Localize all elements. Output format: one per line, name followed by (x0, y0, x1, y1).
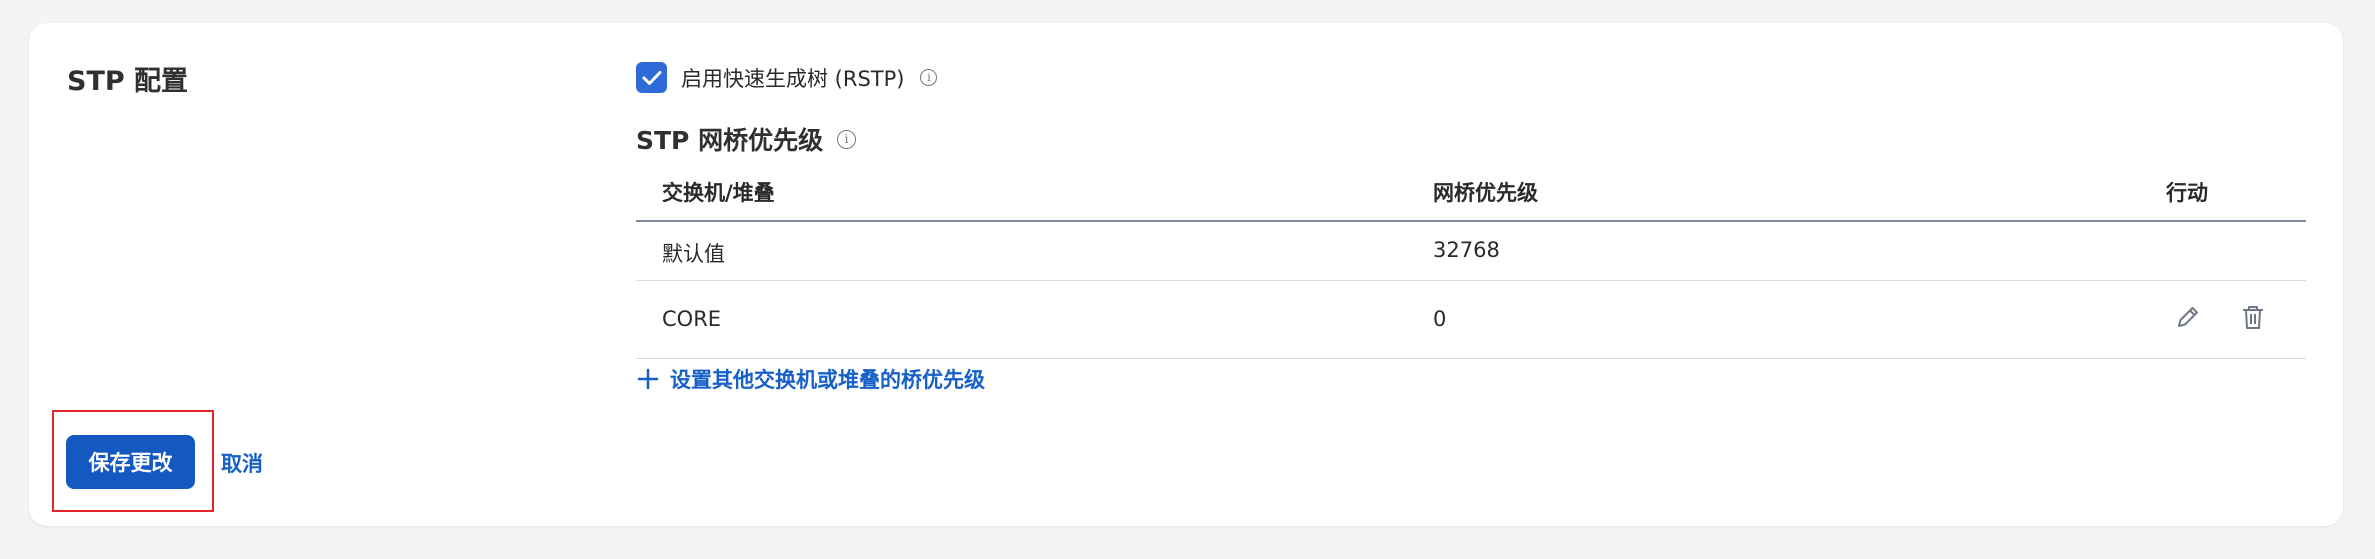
rstp-label: 启用快速生成树 (RSTP) (681, 66, 905, 91)
save-changes-button[interactable]: 保存更改 (66, 435, 195, 489)
column-header-switch: 交换机/堆叠 (662, 181, 775, 205)
rstp-checkbox[interactable] (636, 62, 667, 93)
table-header: 交换机/堆叠 网桥优先级 行动 (636, 168, 2306, 222)
priority-cell: 32768 (1433, 238, 1500, 262)
priority-cell: 0 (1433, 307, 1447, 331)
add-link-label: 设置其他交换机或堆叠的桥优先级 (670, 368, 985, 392)
rstp-toggle-row: 启用快速生成树 (RSTP) i (636, 62, 938, 93)
switch-cell: CORE (662, 307, 722, 331)
trash-delete-icon[interactable] (2239, 303, 2267, 331)
switch-cell: 默认值 (662, 242, 725, 266)
cancel-link[interactable]: 取消 (221, 448, 263, 478)
checkmark-icon (642, 70, 661, 85)
column-header-actions: 行动 (2166, 181, 2208, 205)
bridge-priority-table: 交换机/堆叠 网桥优先级 行动 默认值 32768 CORE 0 (636, 168, 2306, 359)
info-icon[interactable]: i (837, 129, 857, 149)
column-header-priority: 网桥优先级 (1433, 181, 1538, 205)
add-bridge-priority-link[interactable]: 设置其他交换机或堆叠的桥优先级 (636, 364, 985, 394)
plus-icon (637, 368, 659, 390)
info-icon[interactable]: i (920, 69, 938, 86)
table-row: CORE 0 (636, 281, 2306, 359)
table-row: 默认值 32768 (636, 222, 2306, 281)
bridge-priority-header: STP 网桥优先级 i (636, 121, 857, 157)
bridge-priority-title: STP 网桥优先级 (636, 126, 824, 155)
section-title: STP 配置 (67, 66, 189, 97)
pencil-edit-icon[interactable] (2174, 303, 2202, 331)
